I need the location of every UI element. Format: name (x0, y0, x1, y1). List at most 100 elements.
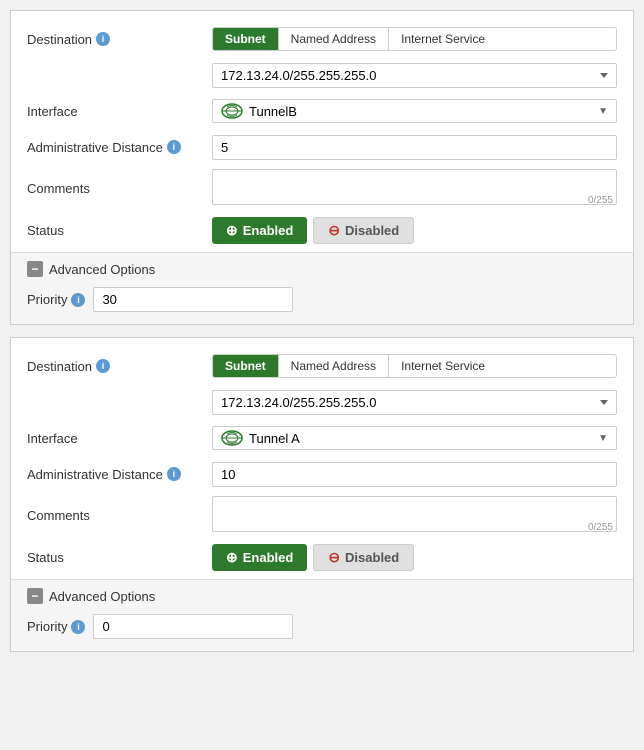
comments-char-count: 0/255 (588, 195, 613, 206)
comments-label: Comments (27, 181, 212, 196)
admin-distance-input-wrapper (212, 135, 617, 160)
advanced-title: Advanced Options (49, 262, 155, 277)
comments-area-wrap: 0/255 (212, 496, 617, 535)
admin-distance-input-wrapper (212, 462, 617, 487)
destination-tab-group: Subnet Named Address Internet Service (212, 354, 617, 378)
priority-row: Priority i (27, 614, 617, 639)
destination-tab-group: Subnet Named Address Internet Service (212, 27, 617, 51)
priority-row: Priority i (27, 287, 617, 312)
interface-row: Interface Tunnel A ▼ (27, 424, 617, 452)
admin-distance-text: Administrative Distance (27, 467, 163, 482)
tab-subnet[interactable]: Subnet (213, 28, 279, 50)
destination-info-icon[interactable]: i (96, 32, 110, 46)
interface-value: TunnelB (249, 104, 588, 119)
comments-row: Comments 0/255 (27, 496, 617, 535)
advanced-header[interactable]: − Advanced Options (27, 261, 617, 277)
route-card-2: Destination i Subnet Named Address Inter… (10, 337, 634, 652)
destination-label: Destination i (27, 32, 212, 47)
interface-value: Tunnel A (249, 431, 588, 446)
priority-input[interactable] (93, 287, 293, 312)
comments-row: Comments 0/255 (27, 169, 617, 208)
destination-tab-group-wrapper: Subnet Named Address Internet Service (212, 27, 617, 51)
priority-label: Priority i (27, 619, 85, 634)
tab-internet-service[interactable]: Internet Service (389, 355, 497, 377)
advanced-section: − Advanced Options Priority i (11, 579, 633, 651)
admin-distance-input[interactable] (212, 462, 617, 487)
enabled-label: Enabled (243, 550, 294, 565)
collapse-icon: − (27, 588, 43, 604)
tab-subnet[interactable]: Subnet (213, 355, 279, 377)
admin-distance-row: Administrative Distance i (27, 133, 617, 161)
interface-select-wrapper: TunnelB ▼ (212, 99, 617, 123)
subnet-select[interactable]: 172.13.24.0/255.255.255.0 (212, 63, 617, 88)
admin-distance-input[interactable] (212, 135, 617, 160)
disabled-label: Disabled (345, 550, 399, 565)
priority-text: Priority (27, 619, 67, 634)
enabled-icon: ⊕ (226, 549, 238, 566)
status-label: Status (27, 223, 212, 238)
status-group: ⊕ Enabled ⊖ Disabled (212, 217, 617, 244)
disabled-icon: ⊖ (328, 549, 340, 566)
interface-dropdown-arrow: ▼ (598, 106, 608, 117)
interface-select[interactable]: Tunnel A ▼ (212, 426, 617, 450)
disabled-label: Disabled (345, 223, 399, 238)
interface-dropdown-arrow: ▼ (598, 433, 608, 444)
status-buttons: ⊕ Enabled ⊖ Disabled (212, 217, 617, 244)
advanced-title: Advanced Options (49, 589, 155, 604)
admin-distance-row: Administrative Distance i (27, 460, 617, 488)
interface-label: Interface (27, 431, 212, 446)
destination-text: Destination (27, 359, 92, 374)
collapse-icon: − (27, 261, 43, 277)
admin-distance-label: Administrative Distance i (27, 140, 212, 155)
admin-distance-info-icon[interactable]: i (167, 140, 181, 154)
subnet-select-wrapper: 172.13.24.0/255.255.255.0 (212, 390, 617, 415)
priority-info-icon[interactable]: i (71, 620, 85, 634)
status-buttons: ⊕ Enabled ⊖ Disabled (212, 544, 617, 571)
tab-internet-service[interactable]: Internet Service (389, 28, 497, 50)
enabled-icon: ⊕ (226, 222, 238, 239)
admin-distance-label: Administrative Distance i (27, 467, 212, 482)
status-row: Status ⊕ Enabled ⊖ Disabled (27, 216, 617, 244)
advanced-header[interactable]: − Advanced Options (27, 588, 617, 604)
comments-wrapper: 0/255 (212, 496, 617, 535)
destination-info-icon[interactable]: i (96, 359, 110, 373)
comments-input[interactable] (212, 169, 617, 205)
comments-input[interactable] (212, 496, 617, 532)
destination-text: Destination (27, 32, 92, 47)
status-row: Status ⊕ Enabled ⊖ Disabled (27, 543, 617, 571)
destination-row: Destination i Subnet Named Address Inter… (27, 25, 617, 53)
subnet-select-wrapper: 172.13.24.0/255.255.255.0 (212, 63, 617, 88)
comments-wrapper: 0/255 (212, 169, 617, 208)
status-group: ⊕ Enabled ⊖ Disabled (212, 544, 617, 571)
interface-row: Interface TunnelB ▼ (27, 97, 617, 125)
enabled-label: Enabled (243, 223, 294, 238)
status-disabled-button[interactable]: ⊖ Disabled (313, 217, 414, 244)
comments-label: Comments (27, 508, 212, 523)
status-label: Status (27, 550, 212, 565)
subnet-row: 172.13.24.0/255.255.255.0 (27, 61, 617, 89)
tab-named-address[interactable]: Named Address (279, 28, 389, 50)
subnet-row: 172.13.24.0/255.255.255.0 (27, 388, 617, 416)
disabled-icon: ⊖ (328, 222, 340, 239)
admin-distance-info-icon[interactable]: i (167, 467, 181, 481)
comments-area-wrap: 0/255 (212, 169, 617, 208)
interface-label: Interface (27, 104, 212, 119)
route-card-1: Destination i Subnet Named Address Inter… (10, 10, 634, 325)
priority-text: Priority (27, 292, 67, 307)
destination-label: Destination i (27, 359, 212, 374)
destination-row: Destination i Subnet Named Address Inter… (27, 352, 617, 380)
priority-label: Priority i (27, 292, 85, 307)
subnet-select[interactable]: 172.13.24.0/255.255.255.0 (212, 390, 617, 415)
interface-select-wrapper: Tunnel A ▼ (212, 426, 617, 450)
status-enabled-button[interactable]: ⊕ Enabled (212, 544, 307, 571)
status-disabled-button[interactable]: ⊖ Disabled (313, 544, 414, 571)
interface-select[interactable]: TunnelB ▼ (212, 99, 617, 123)
destination-tab-group-wrapper: Subnet Named Address Internet Service (212, 354, 617, 378)
status-enabled-button[interactable]: ⊕ Enabled (212, 217, 307, 244)
advanced-section: − Advanced Options Priority i (11, 252, 633, 324)
tab-named-address[interactable]: Named Address (279, 355, 389, 377)
priority-info-icon[interactable]: i (71, 293, 85, 307)
comments-char-count: 0/255 (588, 522, 613, 533)
priority-input[interactable] (93, 614, 293, 639)
admin-distance-text: Administrative Distance (27, 140, 163, 155)
